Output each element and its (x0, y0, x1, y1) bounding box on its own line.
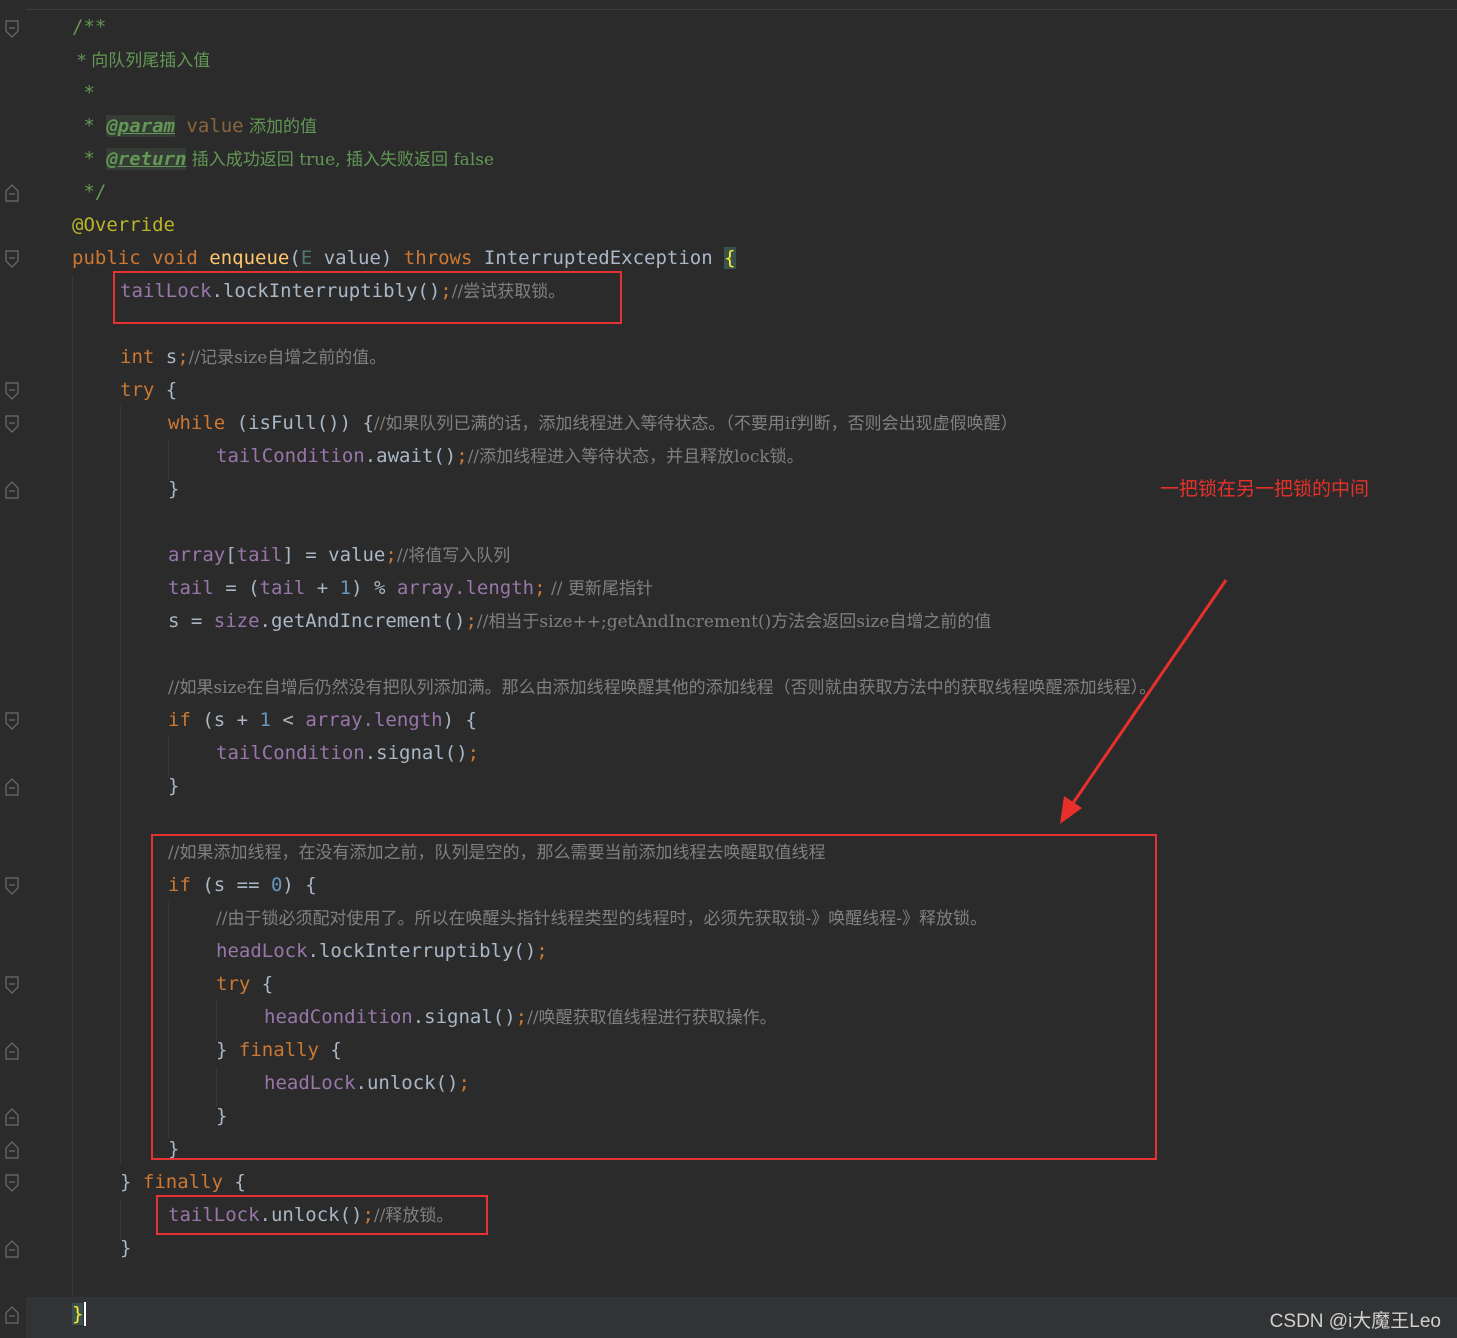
watermark: CSDN @i大魔王Leo (1269, 1311, 1441, 1332)
annotation-arrow-icon (1060, 579, 1228, 824)
